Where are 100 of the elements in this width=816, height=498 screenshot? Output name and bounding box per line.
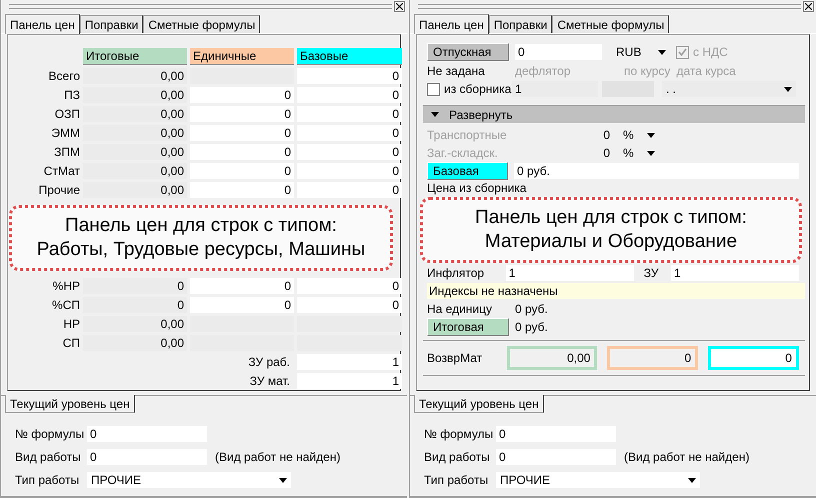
input-field[interactable]: 1 — [297, 373, 402, 389]
checkbox[interactable] — [427, 82, 440, 96]
input-field[interactable]: 0 — [190, 87, 294, 103]
row-label: СтМат — [42, 163, 80, 179]
row-label: ЗУ мат. — [248, 373, 291, 389]
row-label: ОЗП — [54, 106, 80, 122]
input-field[interactable]: 1 — [671, 265, 799, 281]
row-label: ЭММ — [50, 125, 80, 141]
tab[interactable]: Текущий уровень цен — [5, 395, 135, 413]
info-banner: Индексы не назначены — [427, 283, 805, 299]
close-button[interactable] — [803, 0, 814, 12]
caret-icon — [431, 112, 439, 117]
table-cell: 0,00 — [83, 182, 187, 198]
input-field[interactable]: 1 — [506, 265, 634, 281]
input-field[interactable]: 0 — [297, 278, 402, 294]
field-label: Инфлятор — [427, 266, 486, 280]
input-field[interactable]: 0 — [496, 449, 616, 465]
hint-text: дефлятор — [515, 64, 572, 78]
price-type-button[interactable]: Итоговая — [427, 318, 509, 336]
field-label: № формулы — [424, 427, 490, 441]
tab[interactable]: Панель цен — [414, 14, 489, 34]
input-field[interactable]: 0 — [515, 44, 602, 60]
tab[interactable]: Панель цен — [5, 14, 80, 34]
field-label: Заг.-складск. — [427, 146, 499, 160]
input-field[interactable]: 1 — [297, 354, 402, 370]
checkbox-label: с НДС — [693, 45, 728, 59]
input-field[interactable]: 0 — [190, 144, 294, 160]
input-field[interactable]: 0 — [190, 297, 294, 313]
value-text: 0 руб. — [515, 320, 548, 334]
table-cell: 0,00 — [83, 163, 187, 179]
input-field[interactable]: 0 — [297, 87, 402, 103]
row-label: ЗПМ — [53, 144, 80, 160]
tab[interactable]: Поправки — [488, 15, 552, 33]
caret-icon — [688, 478, 696, 482]
row-label: НР — [62, 316, 80, 332]
table-cell: 0,00 — [83, 316, 187, 332]
input-field[interactable]: 0 — [708, 346, 799, 370]
field-label: Тип работы — [15, 473, 80, 487]
callout-note: Панель цен для строк с типом: Материалы и Оборудование — [420, 197, 802, 263]
input-field[interactable]: 0 — [297, 68, 402, 84]
caret-icon — [647, 132, 655, 138]
input-field[interactable]: 0 — [87, 426, 207, 442]
input-field[interactable]: 1 — [512, 81, 598, 97]
unit-dropdown[interactable]: % — [619, 145, 659, 161]
callout-note: Панель цен для строк с типом: Работы, Трудовые ресурсы, Машины — [9, 205, 393, 271]
dropdown[interactable]: ПРОЧИЕ — [87, 472, 291, 488]
tab[interactable]: Текущий уровень цен — [414, 395, 544, 413]
input-field[interactable]: 0 — [190, 106, 294, 122]
row-label: %СП — [51, 297, 80, 313]
input-field[interactable]: 0 — [190, 182, 294, 198]
price-type-button[interactable]: Отпускная — [427, 43, 509, 61]
dropdown[interactable]: ПРОЧИЕ — [496, 472, 700, 488]
price-type-button[interactable]: Базовая — [427, 162, 508, 180]
input-field[interactable]: 0 — [190, 125, 294, 141]
column-header: Единичные — [190, 48, 294, 65]
unit-dropdown[interactable]: % — [619, 127, 659, 143]
tab[interactable]: Поправки — [80, 15, 144, 33]
column-header: Итоговые — [83, 48, 187, 65]
caret-icon — [647, 150, 655, 156]
input-field[interactable]: 0 — [297, 297, 402, 313]
row-label: ПЗ — [63, 87, 80, 103]
input-field[interactable]: 0 — [190, 163, 294, 179]
status-text: Не задана — [427, 64, 486, 78]
caret-icon — [279, 478, 287, 482]
input-field[interactable]: 0 — [297, 106, 402, 122]
input-field[interactable]: 0 — [297, 144, 402, 160]
close-button[interactable] — [394, 0, 405, 12]
field-label: Вид работы — [15, 450, 81, 464]
date-dropdown[interactable]: . . — [662, 81, 796, 97]
value-text: 0 руб. — [515, 302, 548, 316]
input-field[interactable]: 0 — [297, 125, 402, 141]
input-field[interactable]: 0 — [496, 426, 616, 442]
tab[interactable]: Сметные формулы — [552, 15, 670, 33]
row-label: ЗУ раб. — [247, 354, 291, 370]
table-cell: 0,00 — [83, 87, 187, 103]
tab[interactable]: Сметные формулы — [143, 15, 260, 33]
row-label: СП — [62, 335, 80, 351]
field-label: Транспортные — [427, 128, 508, 142]
row-label: %НР — [52, 278, 80, 294]
expand-bar[interactable]: Развернуть — [423, 105, 805, 123]
input-field[interactable]: 0 — [87, 449, 207, 465]
field-label: № формулы — [15, 427, 81, 441]
table-cell: 0 — [83, 278, 187, 294]
status-text: (Вид работ не найден) — [215, 450, 340, 464]
row-label: Прочие — [38, 182, 80, 198]
input-field[interactable]: 0 — [297, 182, 402, 198]
table-cell: 0,00 — [83, 125, 187, 141]
field-label: Цена из сборника — [427, 181, 528, 195]
table-cell: 0,00 — [83, 335, 187, 351]
input-field[interactable]: 0 — [297, 163, 402, 179]
currency-dropdown[interactable]: RUB — [612, 44, 670, 60]
value-field: 0,00 — [506, 346, 598, 370]
table-cell: 0,00 — [83, 68, 187, 84]
hint-text: по курсу — [624, 64, 670, 78]
input-field[interactable]: 0 — [190, 278, 294, 294]
field-label: ВозврМат — [427, 351, 484, 365]
table-cell: 0,00 — [83, 106, 187, 122]
input-field[interactable]: 0 руб. — [514, 163, 799, 179]
field-label: На единицу — [427, 302, 493, 316]
row-label: Всего — [48, 68, 80, 84]
